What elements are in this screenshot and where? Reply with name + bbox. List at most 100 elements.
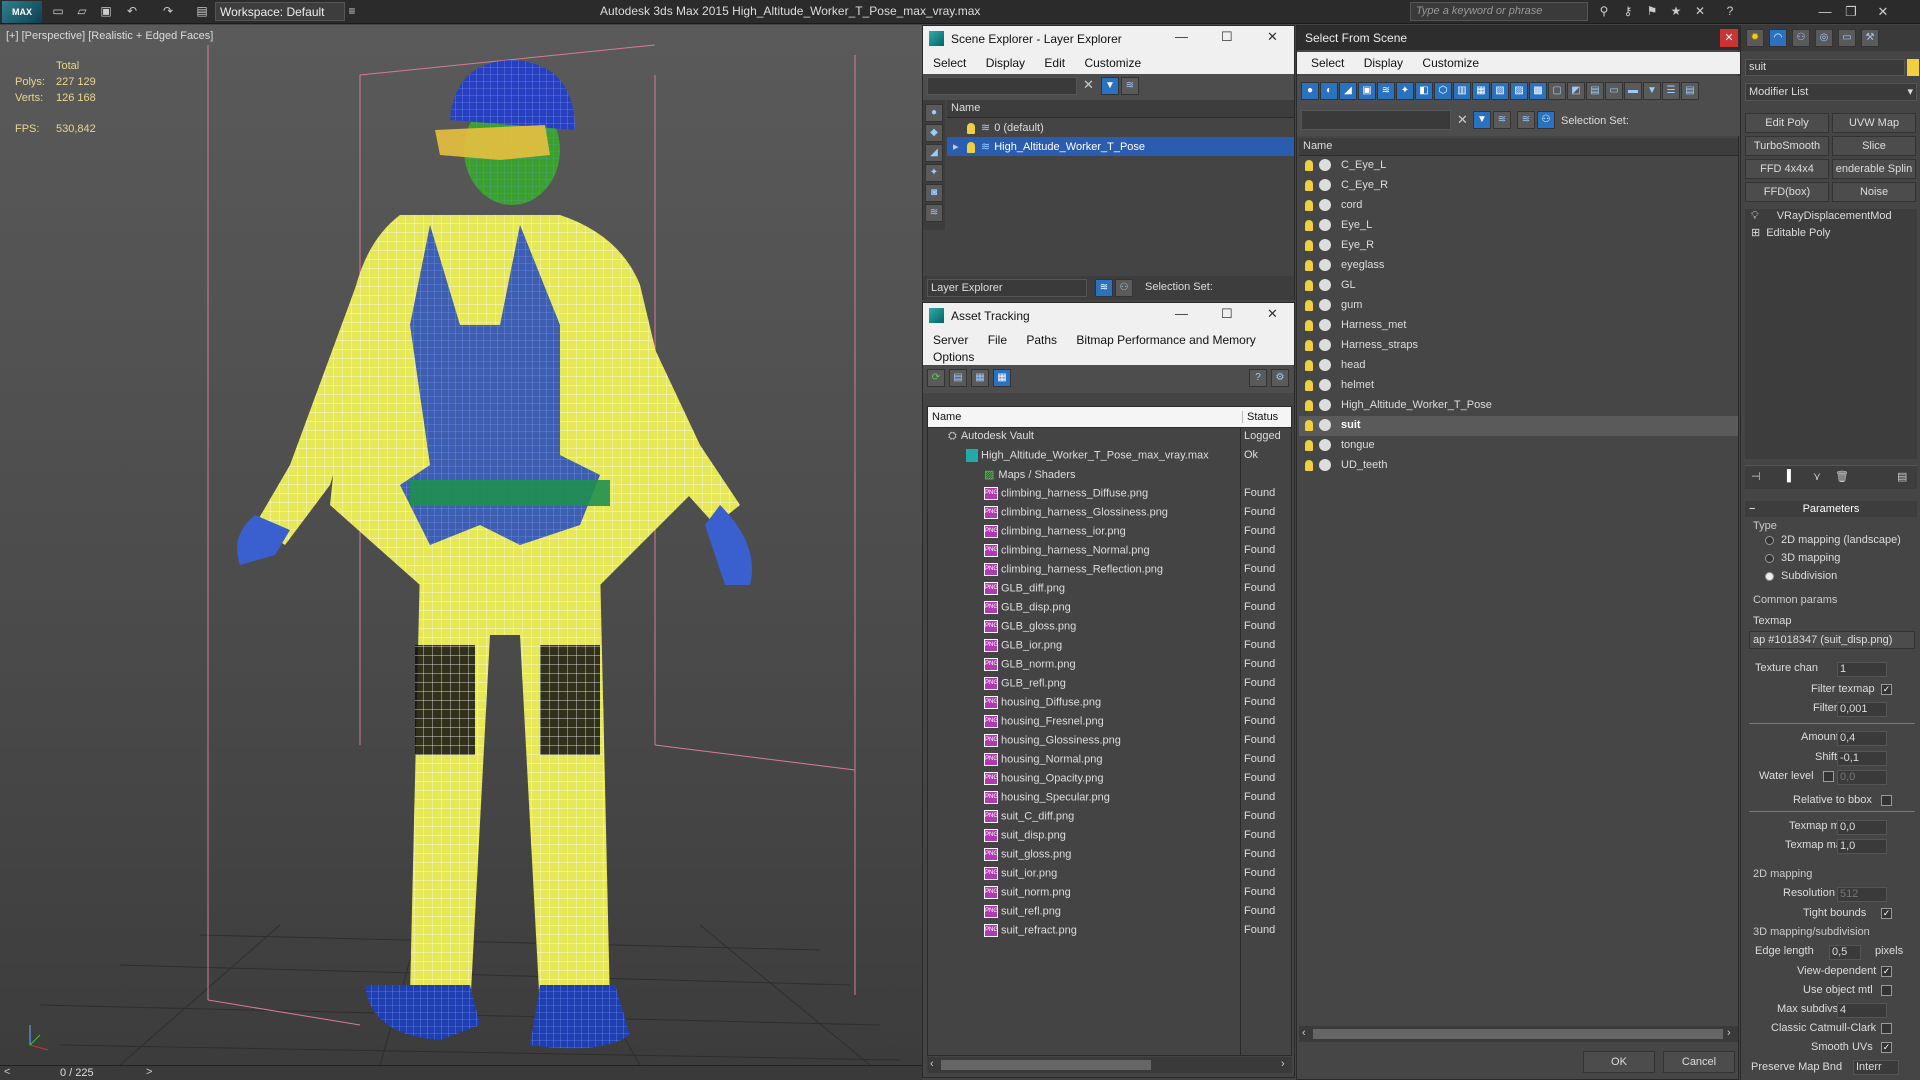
scene-explorer-filter-input[interactable] <box>927 77 1077 95</box>
layer-row-default[interactable]: ≋ 0 (default) <box>947 118 1294 137</box>
asset-row[interactable]: PNG housing_Diffuse.png Found <box>928 694 1291 713</box>
favorites-icon[interactable]: ★ <box>1668 4 1684 19</box>
filter-texmap-checkbox[interactable]: ✓ <box>1881 684 1892 695</box>
scroll-right-icon[interactable]: › <box>1281 1058 1285 1070</box>
asset-tracking-titlebar[interactable]: Asset Tracking — ☐ ✕ <box>923 303 1294 329</box>
asset-row[interactable]: PNG climbing_harness_Diffuse.png Found <box>928 485 1291 504</box>
asset-row[interactable]: PNG GLB_norm.png Found <box>928 656 1291 675</box>
light-bulb-icon[interactable] <box>1305 259 1313 271</box>
light-bulb-icon[interactable] <box>1305 239 1313 251</box>
select-filter-input[interactable] <box>1301 110 1451 130</box>
light-bulb-icon[interactable] <box>1305 339 1313 351</box>
texmap-max-spinner[interactable]: 1,0 <box>1837 839 1887 854</box>
object-row[interactable]: tongue <box>1299 436 1738 456</box>
select-none-icon[interactable]: ▭ <box>1605 82 1623 100</box>
make-unique-icon[interactable]: ⋎ <box>1813 470 1821 483</box>
filter-icon[interactable]: ▼ <box>1101 77 1119 95</box>
resolution-spinner[interactable]: 512 <box>1837 887 1887 902</box>
settings-icon[interactable]: ⚙ <box>1271 369 1289 387</box>
light-bulb-icon[interactable] <box>1305 399 1313 411</box>
radio-2d-mapping[interactable] <box>1765 536 1774 545</box>
object-row[interactable]: eyeglass <box>1299 256 1738 276</box>
scroll-left-icon[interactable]: ‹ <box>930 1058 934 1070</box>
slice-button[interactable]: Slice <box>1832 136 1916 156</box>
radio-3d-mapping[interactable] <box>1765 554 1774 563</box>
invert-display-icon[interactable]: ◩ <box>1567 82 1585 100</box>
motion-tab-icon[interactable]: ◎ <box>1815 29 1833 47</box>
view-dependent-checkbox[interactable]: ✓ <box>1881 966 1892 977</box>
workspace-dropdown[interactable]: Workspace: Default <box>215 2 345 21</box>
explorer-type-dropdown[interactable]: Layer Explorer <box>927 279 1087 297</box>
object-name-field[interactable]: suit <box>1745 59 1905 76</box>
asset-row[interactable]: PNG suit_C_diff.png Found <box>928 808 1291 827</box>
close-icon[interactable]: ✕ <box>1720 29 1738 47</box>
texture-chan-spinner[interactable]: 1 <box>1837 662 1887 677</box>
configure-sets-icon[interactable]: ▤ <box>1897 470 1907 483</box>
scroll-thumb[interactable] <box>941 1060 1151 1070</box>
clear-filter-icon[interactable]: ✕ <box>1457 112 1468 128</box>
light-bulb-icon[interactable] <box>1305 359 1313 371</box>
scroll-right-icon[interactable]: › <box>1727 1027 1731 1039</box>
asset-row[interactable]: PNG housing_Glossiness.png Found <box>928 732 1291 751</box>
display-tab-icon[interactable]: ▭ <box>1838 29 1856 47</box>
water-level-spinner[interactable]: 0,0 <box>1837 770 1887 785</box>
asset-row-vault[interactable]: ⛭ Autodesk Vault Logged <box>928 428 1291 447</box>
display-cameras-icon[interactable]: ▣ <box>1358 82 1376 100</box>
perspective-viewport[interactable]: [+] [Perspective] [Realistic + Edged Fac… <box>0 25 922 1065</box>
object-row[interactable]: Harness_straps <box>1299 336 1738 356</box>
display-helpers-icon[interactable]: ≋ <box>925 204 943 222</box>
tight-bounds-checkbox[interactable]: ✓ <box>1881 908 1892 919</box>
object-row[interactable]: Eye_R <box>1299 236 1738 256</box>
preserve-map-dropdown[interactable]: Interr <box>1853 1060 1899 1075</box>
menu-options[interactable]: Options <box>933 350 974 364</box>
object-row[interactable]: C_Eye_R <box>1299 176 1738 196</box>
layer-row-worker[interactable]: ▸ ≋ High_Altitude_Worker_T_Pose <box>947 137 1294 156</box>
undo-icon[interactable]: ↶ <box>124 4 140 19</box>
renderable-spline-button[interactable]: enderable Splin <box>1832 159 1916 179</box>
radio-subdivision[interactable] <box>1765 572 1774 581</box>
display-none-icon[interactable]: ▢ <box>1548 82 1566 100</box>
asset-row[interactable]: PNG suit_ior.png Found <box>928 865 1291 884</box>
minimize-icon[interactable]: — <box>1175 306 1188 321</box>
layer-view-icon[interactable]: ≋ <box>1095 279 1113 297</box>
time-prev-icon[interactable]: < <box>4 1066 10 1078</box>
light-bulb-icon[interactable] <box>1305 159 1313 171</box>
texmap-min-spinner[interactable]: 0,0 <box>1837 820 1887 835</box>
community-icon[interactable]: ⚑ <box>1644 4 1660 19</box>
light-bulb-icon[interactable] <box>1305 179 1313 191</box>
shift-spinner[interactable]: -0,1 <box>1837 751 1887 766</box>
asset-row[interactable]: PNG GLB_gloss.png Found <box>928 618 1291 637</box>
binoculars-icon[interactable]: ⚲ <box>1596 4 1612 19</box>
asset-row[interactable]: PNG climbing_harness_Reflection.png Found <box>928 561 1291 580</box>
turbosmooth-button[interactable]: TurboSmooth <box>1745 136 1829 156</box>
object-row[interactable]: head <box>1299 356 1738 376</box>
hierarchy-tab-icon[interactable]: ⚇ <box>1792 29 1810 47</box>
display-helpers-icon[interactable]: ≋ <box>1377 82 1395 100</box>
new-file-icon[interactable]: ▭ <box>50 4 66 19</box>
object-row[interactable]: High_Altitude_Worker_T_Pose <box>1299 396 1738 416</box>
asset-row[interactable]: PNG GLB_diff.png Found <box>928 580 1291 599</box>
display-cameras-icon[interactable]: ◙ <box>925 184 943 202</box>
parameters-rollout-header[interactable]: − Parameters <box>1745 501 1917 517</box>
light-bulb-icon[interactable] <box>1305 419 1313 431</box>
scene-explorer-titlebar[interactable]: Scene Explorer - Layer Explorer — ☐ ✕ <box>923 26 1294 52</box>
scroll-thumb[interactable] <box>1313 1029 1723 1039</box>
project-folder-icon[interactable]: ▤ <box>194 4 210 19</box>
display-bones-icon[interactable]: ▥ <box>1453 82 1471 100</box>
asset-row-maps[interactable]: ▨ Maps / Shaders <box>928 466 1291 485</box>
asset-row[interactable]: PNG housing_Fresnel.png Found <box>928 713 1291 732</box>
time-slider[interactable]: < 0 / 225 > <box>0 1065 922 1080</box>
object-row[interactable]: suit <box>1299 416 1738 436</box>
asset-row[interactable]: PNG suit_gloss.png Found <box>928 846 1291 865</box>
layer-view-icon[interactable]: ≋ <box>1517 111 1535 129</box>
filter-icon[interactable]: ▼ <box>1473 111 1491 129</box>
expand-plus-icon[interactable]: ⊞ <box>1751 227 1760 239</box>
object-row[interactable]: cord <box>1299 196 1738 216</box>
hierarchy-view-icon[interactable]: ⚇ <box>1115 279 1133 297</box>
app-logo-icon[interactable]: MAX <box>2 1 42 23</box>
workspace-menu-icon[interactable]: ≡ <box>344 4 360 19</box>
open-folder-icon[interactable]: ▱ <box>74 4 90 19</box>
select-all-icon[interactable]: ▤ <box>1586 82 1604 100</box>
display-lights-icon[interactable]: ✦ <box>925 164 943 182</box>
clear-filter-icon[interactable]: ✕ <box>1083 77 1094 93</box>
